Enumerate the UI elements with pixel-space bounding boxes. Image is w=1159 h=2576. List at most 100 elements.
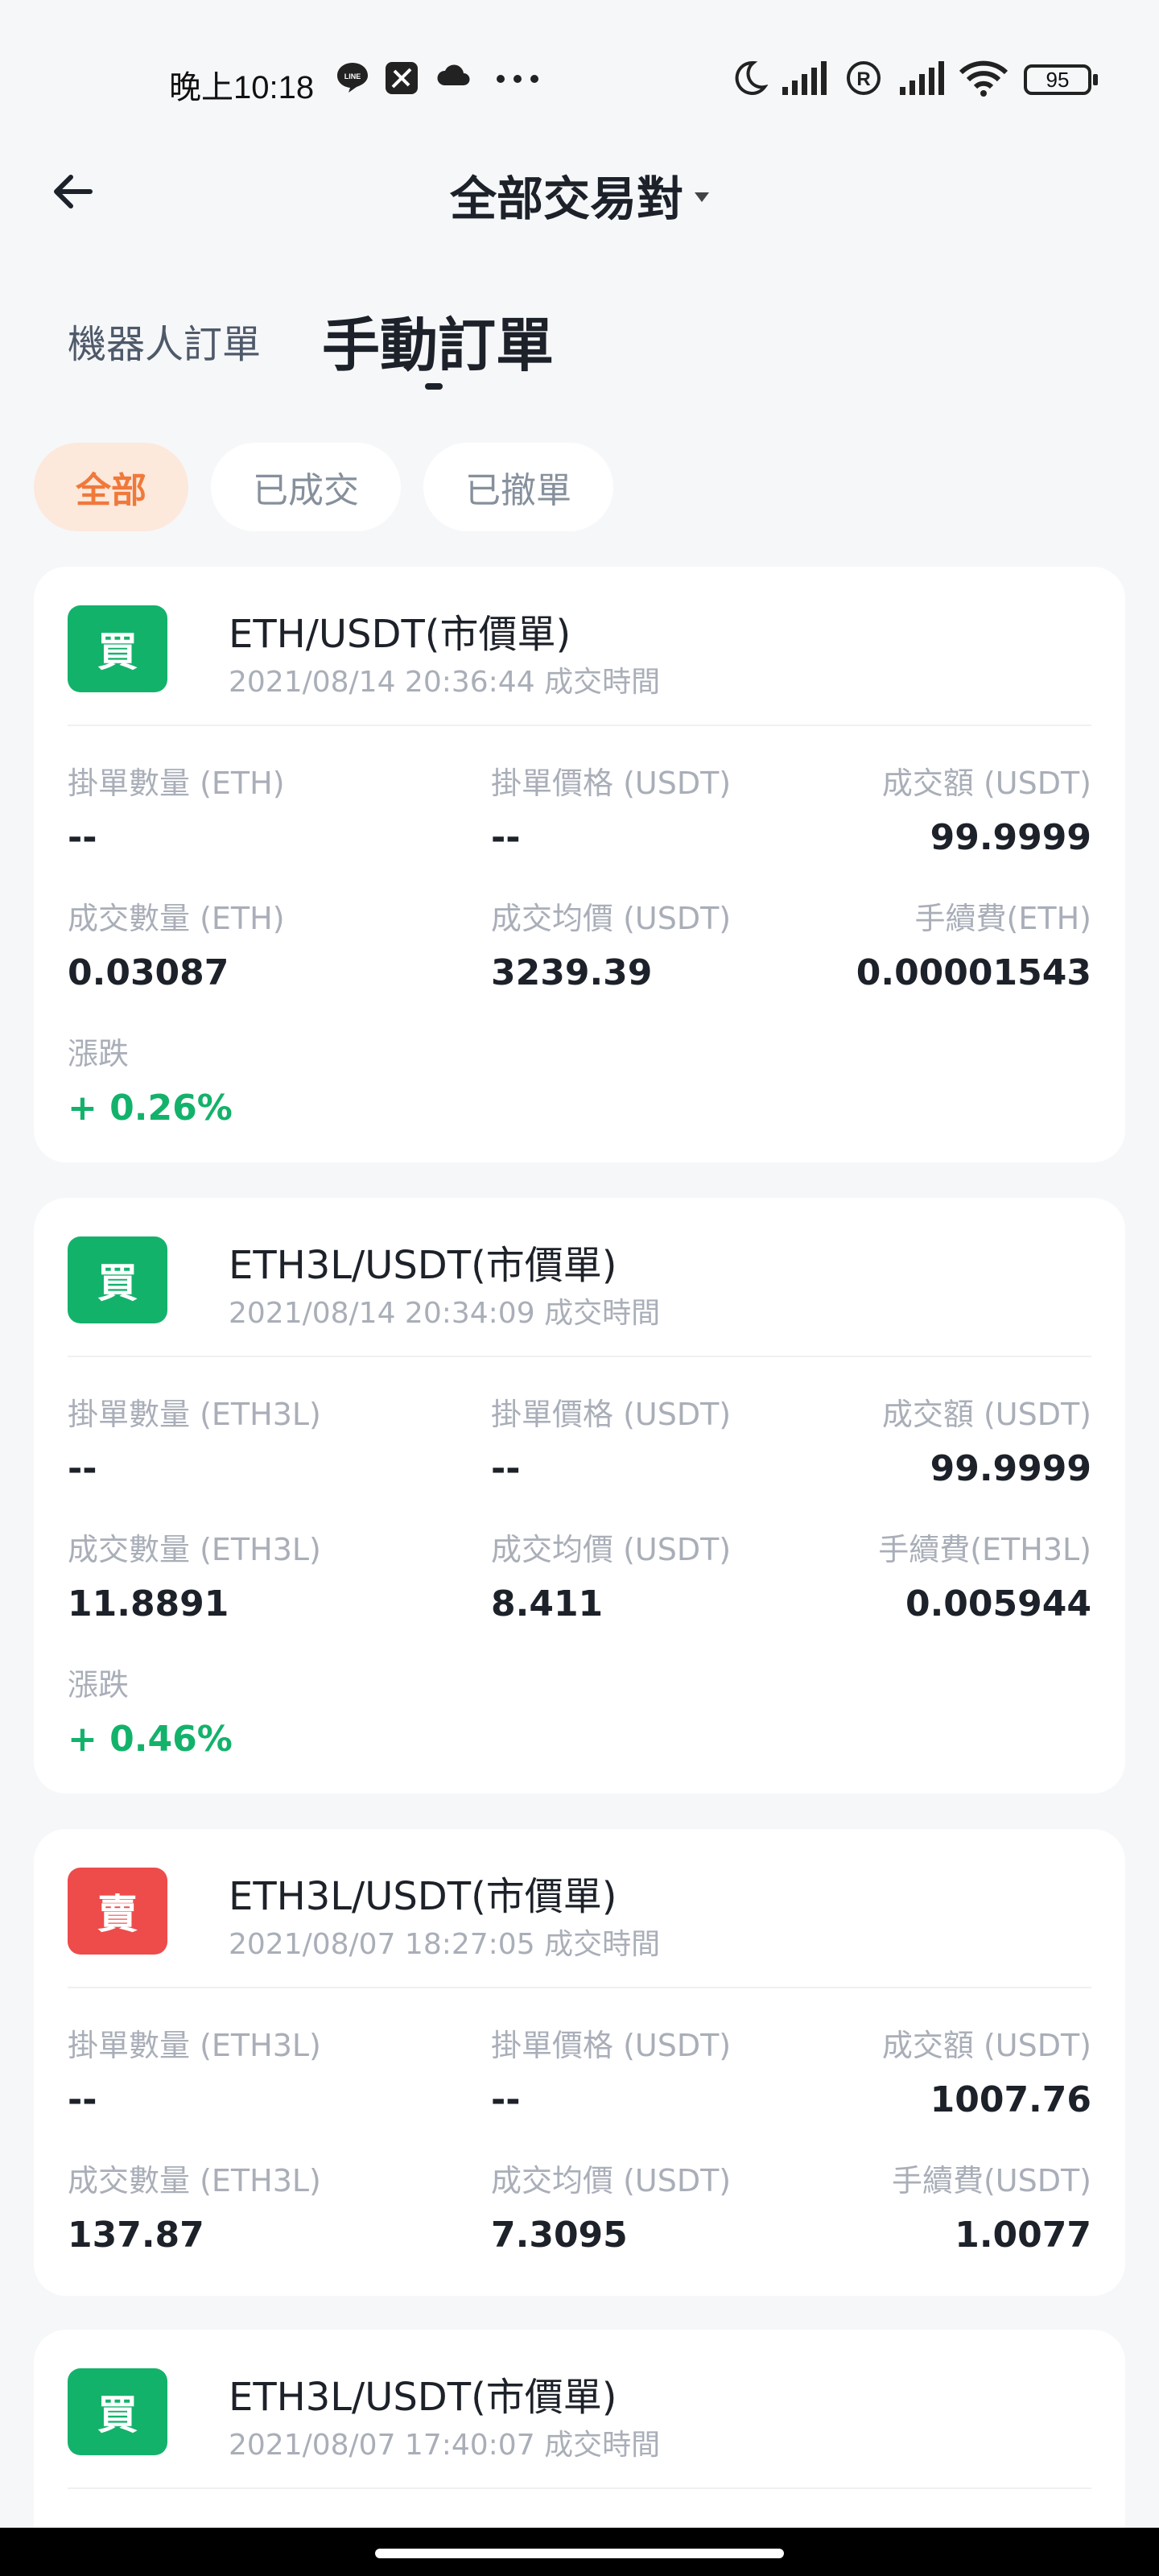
- field-label: 成交額 (USDT): [881, 1397, 1091, 1432]
- field-value: 0.005944: [905, 1583, 1091, 1624]
- field-value: 137.87: [68, 2215, 204, 2256]
- field-value: --: [68, 2079, 97, 2120]
- filter-filled[interactable]: 已成交: [211, 443, 401, 531]
- order-field: 掛單數量 (ETH3L) --: [68, 1389, 321, 1489]
- field-label: 掛單數量 (ETH): [68, 766, 285, 801]
- order-field: 掛單價格 (USDT) --: [491, 758, 731, 858]
- order-pair: ETH/USDT(市價單): [229, 612, 571, 657]
- field-label: 成交額 (USDT): [881, 766, 1091, 801]
- order-field: 掛單價格 (USDT) --: [491, 1389, 731, 1489]
- field-value: --: [491, 2079, 521, 2120]
- sell-badge: 賣: [68, 1868, 167, 1955]
- order-field: 成交均價 (USDT) 7.3095: [491, 2156, 731, 2256]
- order-card[interactable]: 買 ETH3L/USDT(市價單) 2021/08/14 20:34:09 成交…: [34, 1198, 1125, 1794]
- field-value: 0.03087: [68, 952, 229, 993]
- field-label: 手續費(ETH3L): [878, 1532, 1091, 1567]
- order-time: 2021/08/14 20:36:44 成交時間: [229, 666, 661, 699]
- field-label: 手續費(USDT): [891, 2163, 1091, 2198]
- field-value: 3239.39: [491, 952, 653, 993]
- field-value: 99.9999: [930, 817, 1091, 858]
- tab-robot-orders[interactable]: 機器人訂單: [68, 312, 261, 369]
- order-field: 漲跌 + 0.26%: [68, 1029, 233, 1129]
- home-gesture-handle[interactable]: [375, 2549, 784, 2558]
- field-value: 1.0077: [955, 2215, 1091, 2256]
- pair-selector[interactable]: 全部交易對: [0, 161, 1159, 229]
- field-value: 1007.76: [930, 2079, 1091, 2120]
- order-field: 成交額 (USDT) 99.9999: [882, 758, 1091, 858]
- filter-all[interactable]: 全部: [34, 443, 188, 531]
- order-pair: ETH3L/USDT(市價單): [229, 1243, 617, 1288]
- order-time: 2021/08/07 18:27:05 成交時間: [229, 1928, 661, 1961]
- order-field: 成交均價 (USDT) 8.411: [491, 1525, 731, 1624]
- app-icon: [386, 62, 418, 94]
- order-field: 掛單價格 (USDT) --: [491, 2021, 731, 2120]
- line-icon: LINE: [337, 63, 368, 93]
- order-time: 2021/08/07 17:40:07 成交時間: [229, 2429, 661, 2462]
- order-time: 2021/08/14 20:34:09 成交時間: [229, 1297, 661, 1330]
- filter-cancelled[interactable]: 已撤單: [423, 443, 613, 531]
- field-label: 手續費(ETH): [914, 901, 1091, 936]
- more-dots-icon: [497, 75, 538, 83]
- battery-icon: 95: [1024, 64, 1098, 95]
- divider: [68, 724, 1091, 726]
- tab-manual-orders[interactable]: 手動訂單: [322, 298, 554, 382]
- order-pair: ETH3L/USDT(市價單): [229, 1874, 617, 1919]
- field-label: 掛單價格 (USDT): [491, 2028, 732, 2063]
- order-card[interactable]: 買 ETH/USDT(市價單) 2021/08/14 20:36:44 成交時間…: [34, 567, 1125, 1162]
- field-value: 99.9999: [930, 1448, 1091, 1489]
- order-field: 成交額 (USDT) 99.9999: [882, 1389, 1091, 1489]
- order-pair: ETH3L/USDT(市價單): [229, 2375, 617, 2420]
- order-field: 成交數量 (ETH) 0.03087: [68, 894, 285, 993]
- field-value: 8.411: [491, 1583, 604, 1624]
- page-title: 全部交易對: [449, 171, 683, 226]
- field-value: --: [491, 817, 521, 858]
- svg-text:LINE: LINE: [344, 72, 361, 80]
- field-value: 0.00001543: [856, 952, 1091, 993]
- field-label: 成交均價 (USDT): [491, 2163, 732, 2198]
- field-label: 成交均價 (USDT): [491, 1532, 732, 1567]
- order-field: 漲跌 + 0.46%: [68, 1660, 233, 1760]
- field-label: 成交數量 (ETH3L): [68, 2163, 321, 2198]
- field-label: 成交數量 (ETH3L): [68, 1532, 321, 1567]
- order-field: 手續費(ETH3L) 0.005944: [878, 1525, 1091, 1624]
- change-value: + 0.46%: [68, 1719, 233, 1760]
- order-field: 成交數量 (ETH3L) 137.87: [68, 2156, 321, 2256]
- divider: [68, 1987, 1091, 1988]
- field-value: --: [68, 1448, 97, 1489]
- field-label: 成交均價 (USDT): [491, 901, 732, 936]
- cloud-icon: [437, 64, 470, 85]
- buy-badge: 買: [68, 2368, 167, 2455]
- field-label: 漲跌: [68, 1667, 130, 1703]
- buy-badge: 買: [68, 605, 167, 692]
- tab-active-indicator: [425, 383, 443, 390]
- field-label: 掛單價格 (USDT): [491, 766, 732, 801]
- order-field: 手續費(ETH) 0.00001543: [856, 894, 1091, 993]
- field-value: 7.3095: [491, 2215, 628, 2256]
- order-card[interactable]: 賣 ETH3L/USDT(市價單) 2021/08/07 18:27:05 成交…: [34, 1829, 1125, 2296]
- buy-badge: 買: [68, 1236, 167, 1323]
- order-field: 掛單數量 (ETH3L) --: [68, 2021, 321, 2120]
- order-field: 手續費(USDT) 1.0077: [892, 2156, 1091, 2256]
- registered-icon: R: [847, 61, 881, 95]
- order-field: 成交額 (USDT) 1007.76: [882, 2021, 1091, 2120]
- order-field: 成交均價 (USDT) 3239.39: [491, 894, 731, 993]
- field-label: 掛單數量 (ETH3L): [68, 2028, 321, 2063]
- field-label: 掛單數量 (ETH3L): [68, 1397, 321, 1432]
- order-field: 掛單數量 (ETH) --: [68, 758, 285, 858]
- status-bar: 晚上10:18 LINE R 95: [0, 0, 1159, 161]
- change-value: + 0.26%: [68, 1088, 233, 1129]
- moon-icon: [735, 60, 768, 95]
- field-value: 11.8891: [68, 1583, 229, 1624]
- status-time: 晚上10:18: [169, 70, 315, 105]
- status-filters: 全部 已成交 已撤單: [34, 443, 613, 531]
- signal-icon: [782, 61, 827, 95]
- field-label: 掛單價格 (USDT): [491, 1397, 732, 1432]
- field-value: --: [491, 1448, 521, 1489]
- divider: [68, 2487, 1091, 2489]
- header: 全部交易對: [0, 145, 1159, 233]
- field-label: 成交數量 (ETH): [68, 901, 285, 936]
- svg-text:R: R: [856, 68, 870, 90]
- signal-icon: [900, 61, 944, 95]
- field-value: --: [68, 817, 97, 858]
- field-label: 成交額 (USDT): [881, 2028, 1091, 2063]
